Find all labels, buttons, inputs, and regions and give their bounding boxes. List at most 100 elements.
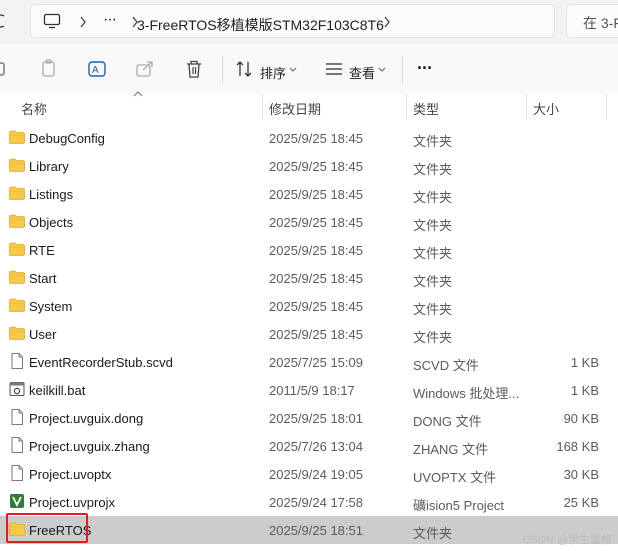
rename-icon[interactable]: A xyxy=(86,58,108,80)
file-row[interactable]: Project.uvguix.zhang 2025/7/26 13:04 ZHANG… xyxy=(0,432,618,460)
chevron-down-icon[interactable] xyxy=(289,67,297,73)
file-type: Windows 批处理... xyxy=(413,386,520,401)
back-icon[interactable] xyxy=(0,14,8,28)
file-row[interactable]: Objects 2025/9/25 18:45 文件夹 xyxy=(0,208,618,236)
file-modified-date: 2025/9/25 18:45 xyxy=(269,187,363,202)
new-item-icon[interactable] xyxy=(0,58,14,80)
share-icon[interactable] xyxy=(134,58,156,80)
file-row[interactable]: Project.uvguix.dong 2025/9/25 18:01 DONG 文… xyxy=(0,404,618,432)
copy-icon[interactable] xyxy=(38,58,60,80)
file-row[interactable]: User 2025/9/25 18:45 文件夹 xyxy=(0,320,618,348)
sort-ascending-icon xyxy=(133,91,143,97)
file-size: 90 KB xyxy=(563,411,599,426)
more-options-button[interactable]: ··· xyxy=(417,58,433,79)
file-name: DebugConfig xyxy=(29,131,105,146)
view-icon[interactable] xyxy=(323,58,345,80)
file-modified-date: 2011/5/9 18:17 xyxy=(269,383,355,398)
file-name: Project.uvguix.zhang xyxy=(29,439,150,454)
file-row[interactable]: RTE 2025/9/25 18:45 文件夹 xyxy=(0,236,618,264)
file-row[interactable]: Library 2025/9/25 18:45 文件夹 xyxy=(0,152,618,180)
chevron-right-icon[interactable] xyxy=(79,16,87,28)
file-size: 1 KB xyxy=(570,383,599,398)
file-modified-date: 2025/9/25 18:45 xyxy=(269,271,363,286)
file-row[interactable]: Listings 2025/9/25 18:45 文件夹 xyxy=(0,180,618,208)
column-header-size[interactable]: 大小 xyxy=(533,99,559,118)
computer-icon[interactable] xyxy=(43,13,61,29)
file-size: 30 KB xyxy=(563,467,599,482)
file-modified-date: 2025/9/25 18:45 xyxy=(269,243,363,258)
view-button[interactable]: 查看 xyxy=(349,63,375,82)
file-name: User xyxy=(29,327,57,342)
file-name: Project.uvprojx xyxy=(29,495,115,510)
file-name: Library xyxy=(29,159,69,174)
breadcrumb-current-folder[interactable]: 3-FreeRTOS移植模版STM32F103C8T6 xyxy=(137,15,384,35)
file-row[interactable]: DebugConfig 2025/9/25 18:45 文件夹 xyxy=(0,124,618,152)
batch-file-icon xyxy=(9,382,25,396)
file-row[interactable]: Start 2025/9/25 18:45 文件夹 xyxy=(0,264,618,292)
title-bar: ··· 3-FreeRTOS移植模版STM32F103C8T6 在 3-F xyxy=(0,0,618,44)
file-size: 25 KB xyxy=(563,495,599,510)
file-type: 文件夹 xyxy=(413,330,453,345)
folder-icon xyxy=(9,326,25,340)
file-type: 礦ision5 Project xyxy=(413,498,505,513)
svg-text:A: A xyxy=(92,65,99,76)
file-row[interactable]: EventRecorderStub.scvd 2025/7/25 15:09 SCV… xyxy=(0,348,618,376)
file-icon xyxy=(11,353,23,369)
file-type: UVOPTX 文件 xyxy=(413,470,497,485)
file-name: Listings xyxy=(29,187,74,202)
command-bar: A 排序 查看 ··· xyxy=(0,44,618,95)
column-header-type[interactable]: 类型 xyxy=(413,99,439,118)
file-row[interactable]: Project.uvoptx 2025/9/24 19:05 UVOPTX 文件 30… xyxy=(0,460,618,488)
column-divider[interactable] xyxy=(606,94,607,120)
column-divider[interactable] xyxy=(262,94,263,120)
breadcrumb-overflow[interactable]: ··· xyxy=(103,11,117,29)
file-modified-date: 2025/9/25 18:51 xyxy=(269,523,363,538)
column-divider[interactable] xyxy=(406,94,407,120)
file-modified-date: 2025/9/24 19:05 xyxy=(269,467,363,482)
file-type: 文件夹 xyxy=(413,302,453,317)
chevron-right-icon[interactable] xyxy=(383,16,391,28)
file-type: 文件夹 xyxy=(413,190,453,205)
folder-icon xyxy=(9,186,25,200)
file-type: 文件夹 xyxy=(413,162,453,177)
folder-icon xyxy=(9,158,25,172)
file-name: Start xyxy=(29,271,57,286)
column-divider[interactable] xyxy=(526,94,527,120)
file-name: EventRecorderStub.scvd xyxy=(29,355,173,370)
file-type: DONG 文件 xyxy=(413,414,482,429)
file-row[interactable]: Project.uvprojx 2025/9/24 17:58 礦ision5 Pr… xyxy=(0,488,618,516)
file-name: keilkill.bat xyxy=(29,383,86,398)
file-type: 文件夹 xyxy=(413,218,453,233)
file-modified-date: 2025/7/25 15:09 xyxy=(269,355,363,370)
file-size: 168 KB xyxy=(556,439,599,454)
file-type: 文件夹 xyxy=(413,274,453,289)
file-name: Project.uvoptx xyxy=(29,467,112,482)
chevron-down-icon[interactable] xyxy=(378,67,386,73)
file-name: Project.uvguix.dong xyxy=(29,411,144,426)
toolbar-divider xyxy=(222,56,223,84)
column-header-name[interactable]: 名称 xyxy=(21,99,47,118)
delete-icon[interactable] xyxy=(183,58,205,80)
annotation-highlight-box xyxy=(6,513,88,543)
keil-project-icon xyxy=(10,494,24,508)
search-placeholder: 在 3-F xyxy=(583,15,618,31)
file-modified-date: 2025/9/25 18:45 xyxy=(269,215,363,230)
file-row[interactable]: System 2025/9/25 18:45 文件夹 xyxy=(0,292,618,320)
file-row[interactable]: keilkill.bat 2011/5/9 18:17 Windows 批处理...… xyxy=(0,376,618,404)
search-input[interactable]: 在 3-F xyxy=(566,4,618,38)
file-type: ZHANG 文件 xyxy=(413,442,489,457)
column-header-modified[interactable]: 修改日期 xyxy=(269,99,321,118)
file-type: SCVD 文件 xyxy=(413,358,479,373)
address-bar[interactable]: ··· 3-FreeRTOS移植模版STM32F103C8T6 xyxy=(30,4,555,38)
file-name: System xyxy=(29,299,73,314)
folder-icon xyxy=(9,130,25,144)
file-icon xyxy=(11,409,23,425)
watermark: CSDN @学生董格 xyxy=(522,534,612,546)
file-modified-date: 2025/7/26 13:04 xyxy=(269,439,363,454)
file-modified-date: 2025/9/24 17:58 xyxy=(269,495,363,510)
file-modified-date: 2025/9/25 18:01 xyxy=(269,411,363,426)
sort-button[interactable]: 排序 xyxy=(260,63,286,82)
sort-icon[interactable] xyxy=(234,58,256,80)
file-type: 文件夹 xyxy=(413,246,453,261)
column-header-row: 名称 修改日期 类型 大小 xyxy=(0,91,618,120)
